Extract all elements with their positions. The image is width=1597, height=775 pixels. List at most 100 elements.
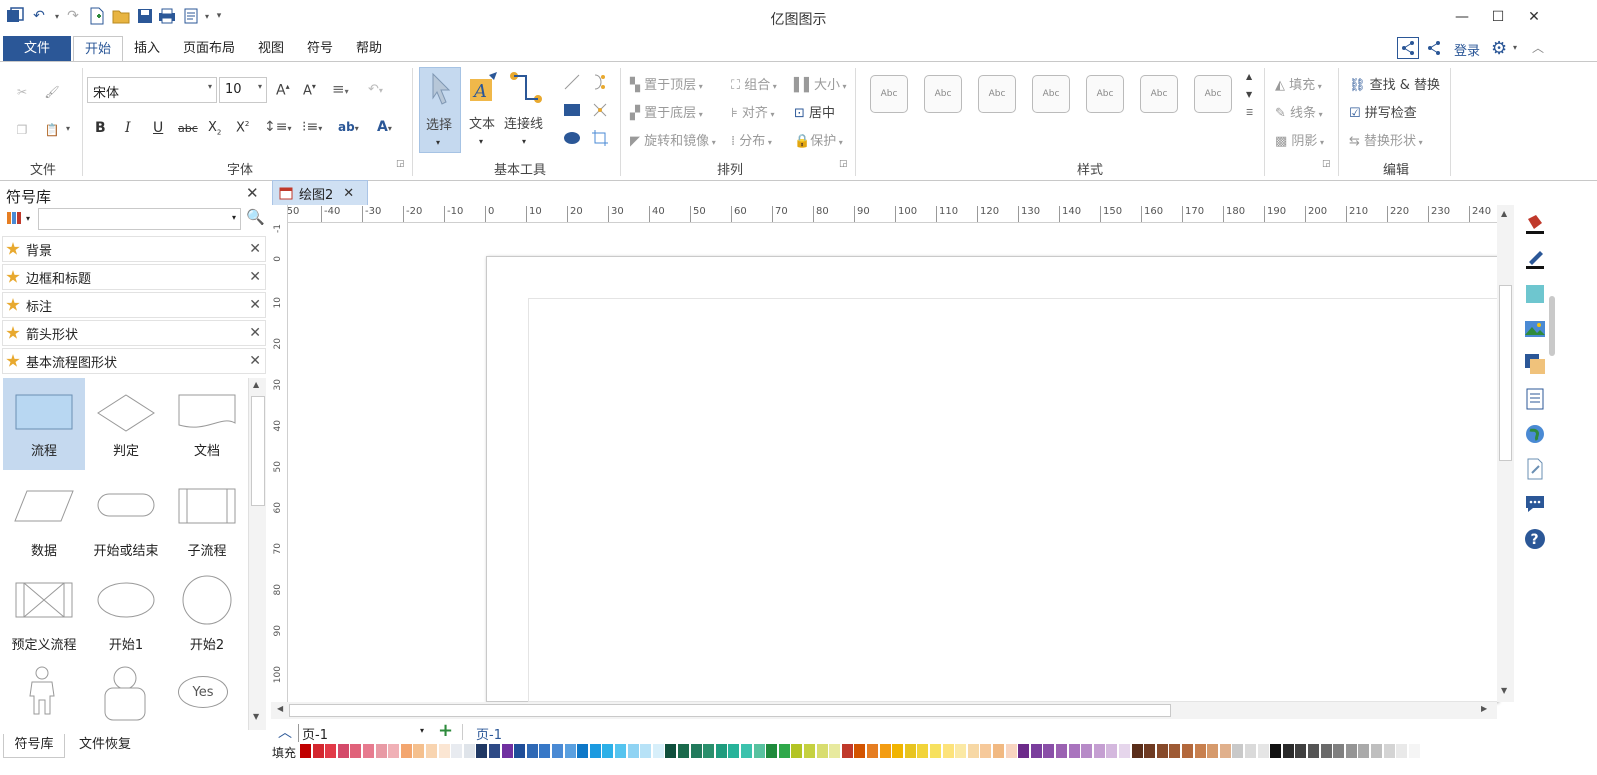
color-swatch[interactable] (501, 744, 513, 758)
library-category[interactable]: 标注 ✕ (2, 292, 266, 318)
close-category-icon[interactable]: ✕ (249, 241, 261, 257)
color-swatch[interactable] (1383, 744, 1395, 758)
scroll-down-icon[interactable]: ▼ (253, 712, 259, 721)
tab-insert[interactable]: 插入 (126, 36, 168, 62)
globe-icon[interactable] (1524, 423, 1546, 445)
color-swatch[interactable] (1081, 744, 1093, 758)
color-swatch[interactable] (1219, 744, 1231, 758)
color-swatch[interactable] (1043, 744, 1055, 758)
color-swatch[interactable] (1270, 744, 1282, 758)
connector-tool-button[interactable]: 连接线 ▾ (504, 67, 548, 153)
crop-tool-icon[interactable] (590, 128, 610, 151)
font-size-select[interactable]: 10 ▾ (219, 77, 267, 103)
color-swatch[interactable] (703, 744, 715, 758)
color-swatch[interactable] (1106, 744, 1118, 758)
spell-check-button[interactable]: ☑ 拼写检查 (1349, 102, 1417, 121)
styles-scroll-up-icon[interactable]: ▲ (1246, 72, 1252, 81)
color-swatch[interactable] (1131, 744, 1143, 758)
ellipse-tool-icon[interactable] (562, 128, 582, 151)
page-tab[interactable]: 页-1 (476, 724, 502, 743)
tab-home[interactable]: 开始 (73, 36, 123, 62)
distribute-button[interactable]: ⁞ 分布 ▾ (731, 130, 772, 149)
color-swatch[interactable] (766, 744, 778, 758)
canvas-vertical-scrollbar[interactable]: ▲ ▼ (1497, 205, 1514, 702)
tab-page-layout[interactable]: 页面布局 (175, 36, 243, 62)
style-thumb-1[interactable]: Abc (870, 75, 908, 113)
color-swatch[interactable] (728, 744, 740, 758)
font-family-select[interactable]: 宋体 ▾ (87, 77, 217, 103)
scroll-thumb[interactable] (1499, 285, 1512, 461)
add-page-icon[interactable]: + (438, 720, 453, 741)
arrange-dialog-launcher-icon[interactable]: ◲ (839, 159, 848, 169)
page-select[interactable]: 页-1 ▾ (298, 724, 426, 743)
color-swatch[interactable] (1182, 744, 1193, 758)
shape-data[interactable]: 数据 (3, 472, 85, 564)
color-swatch[interactable] (514, 744, 526, 758)
strikethrough-button[interactable]: abc (178, 122, 198, 135)
color-swatch[interactable] (892, 744, 904, 758)
scroll-up-icon[interactable]: ▲ (1501, 209, 1507, 218)
grow-font-icon[interactable]: A▴ (276, 82, 290, 99)
styles-more-icon[interactable]: ☰ (1246, 108, 1253, 117)
color-swatch[interactable] (1345, 744, 1357, 758)
scroll-thumb[interactable] (289, 704, 1171, 717)
actor-shape-icon[interactable] (22, 666, 62, 719)
close-category-icon[interactable]: ✕ (249, 325, 261, 341)
library-category[interactable]: 箭头形状 ✕ (2, 320, 266, 346)
color-swatch[interactable] (312, 744, 324, 758)
color-swatch[interactable] (1056, 744, 1067, 758)
style-thumb-7[interactable]: Abc (1194, 75, 1232, 113)
text-highlight-icon[interactable]: ab▾ (338, 120, 359, 134)
image-icon[interactable] (1524, 318, 1546, 340)
color-swatch[interactable] (426, 744, 437, 758)
text-direction-icon[interactable]: ↶▾ (368, 82, 383, 97)
tab-view[interactable]: 视图 (250, 36, 292, 62)
shape-process[interactable]: 流程 (3, 378, 85, 470)
font-dialog-launcher-icon[interactable]: ◲ (396, 159, 405, 169)
group-button[interactable]: ⛶ 组合 ▾ (731, 74, 777, 93)
format-painter-icon[interactable]: 🖌 (42, 82, 62, 102)
color-swatch[interactable] (627, 744, 639, 758)
color-swatch[interactable] (1169, 744, 1181, 758)
color-swatch[interactable] (955, 744, 967, 758)
close-category-icon[interactable]: ✕ (249, 297, 261, 313)
styles-scroll-down-icon[interactable]: ▼ (1246, 90, 1252, 99)
library-category[interactable]: 背景 ✕ (2, 236, 266, 262)
color-swatch[interactable] (1282, 744, 1294, 758)
shape-subprocess[interactable]: 子流程 (166, 472, 248, 564)
maximize-icon[interactable]: ☐ (1478, 4, 1518, 30)
close-category-icon[interactable]: ✕ (249, 269, 261, 285)
bring-to-front-button[interactable]: ▚ 置于顶层 ▾ (630, 74, 703, 93)
library-books-icon[interactable] (6, 210, 22, 230)
text-tool-button[interactable]: A 文本 ▾ (463, 67, 503, 153)
color-swatch[interactable] (589, 744, 601, 758)
shadow-button[interactable]: ▩ 阴影 ▾ (1275, 130, 1324, 149)
color-swatch[interactable] (980, 744, 992, 758)
color-swatch[interactable] (552, 744, 563, 758)
subscript-button[interactable]: X2 (208, 120, 221, 137)
chevron-up-icon[interactable]: ︿ (278, 722, 292, 742)
bullets-icon[interactable]: ⁝≡▾ (302, 119, 322, 135)
color-swatch[interactable] (665, 744, 677, 758)
color-swatch[interactable] (804, 744, 815, 758)
style-thumb-3[interactable]: Abc (978, 75, 1016, 113)
color-swatch[interactable] (715, 744, 727, 758)
protect-button[interactable]: 🔒保护 ▾ (794, 130, 843, 149)
shape-predefined-process[interactable]: 预定义流程 (3, 566, 85, 658)
line-pen-icon[interactable] (1524, 248, 1546, 270)
color-swatch[interactable] (867, 744, 878, 758)
color-swatch[interactable] (1093, 744, 1105, 758)
color-swatch[interactable] (539, 744, 551, 758)
color-swatch[interactable] (375, 744, 387, 758)
scroll-down-icon[interactable]: ▼ (1501, 686, 1507, 695)
library-search-input[interactable]: ▾ (38, 208, 241, 230)
send-to-back-button[interactable]: ▞ 置于底层 ▾ (630, 102, 703, 121)
color-swatch[interactable] (753, 744, 765, 758)
center-button[interactable]: ⊡ 居中 (794, 102, 835, 121)
style-thumb-5[interactable]: Abc (1086, 75, 1124, 113)
color-swatch[interactable] (1018, 744, 1030, 758)
scroll-right-icon[interactable]: ▶ (1481, 704, 1487, 713)
color-swatch[interactable] (1232, 744, 1244, 758)
color-swatch[interactable] (1245, 744, 1256, 758)
color-swatch[interactable] (1308, 744, 1319, 758)
